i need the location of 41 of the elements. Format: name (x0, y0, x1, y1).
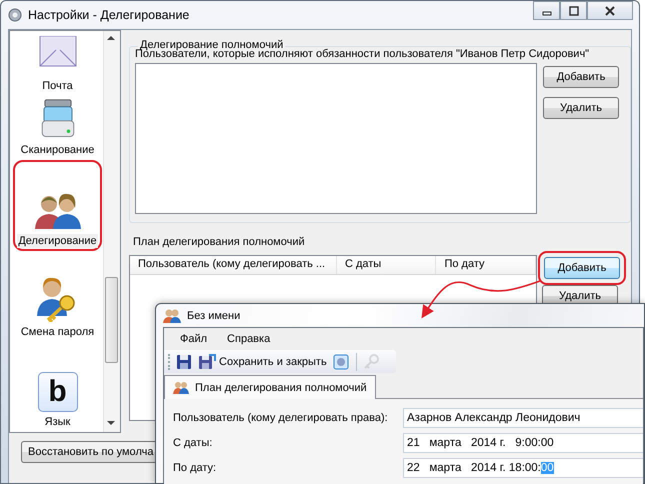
column-header[interactable]: С даты (336, 256, 436, 274)
description-text: Пользователи, которые исполняют обязанности пользователя "Иванов Петр Сидорович" (135, 48, 590, 60)
section-title: План делегирования полномочий (133, 236, 305, 248)
minimize-button[interactable] (533, 1, 560, 20)
close-button[interactable] (587, 1, 633, 20)
users-icon (34, 191, 82, 231)
users-icon (173, 380, 189, 396)
sidebar-item[interactable]: b Язык (13, 342, 102, 432)
add-button[interactable]: Добавить (544, 257, 620, 279)
input-field[interactable]: 21 марта 2014 г. 9:00:00 (403, 432, 643, 452)
maximize-button[interactable] (560, 1, 587, 20)
save-close-button[interactable]: Сохранить и закрыть (196, 352, 329, 370)
restore-defaults-button[interactable]: Восстановить по умолча (21, 441, 155, 463)
menu-item[interactable]: Справка (225, 333, 272, 350)
close-icon (604, 6, 616, 16)
sidebar-item[interactable]: Сканирование (13, 96, 102, 160)
window-title: Настройки - Делегирование (28, 8, 190, 22)
scrollbar[interactable] (103, 31, 120, 432)
save-icon[interactable] (176, 354, 192, 370)
sidebar-item[interactable]: Почта (13, 31, 102, 96)
users-icon (163, 308, 181, 324)
dialog-title: Без имени (187, 310, 240, 322)
field-label: С даты: (173, 436, 214, 448)
scroll-thumb[interactable] (105, 277, 118, 363)
menu-item[interactable]: Файл (178, 333, 210, 350)
column-header[interactable]: Пользователь (кому делегировать ... (130, 256, 337, 274)
save-close-icon (198, 354, 216, 370)
language-icon: b (38, 372, 78, 412)
input-field[interactable]: Азарнов Александр Леонидович (403, 408, 643, 428)
sidebar-item[interactable]: Делегирование (13, 160, 102, 251)
tab[interactable]: План делегирования полномочий (164, 375, 376, 399)
settings-icon (7, 7, 23, 23)
sidebar-item[interactable]: Смена пароля (13, 251, 102, 342)
input-field[interactable]: 22 марта 2014 г. 18:00:00 (403, 458, 643, 478)
field-label: Пользователь (кому делегировать права): (173, 412, 389, 424)
column-header[interactable]: По дату (436, 256, 536, 274)
delete-button[interactable]: Удалить (543, 97, 619, 119)
maximize-icon (568, 6, 580, 16)
field-label: По дату: (173, 462, 218, 474)
settings-icon[interactable] (332, 354, 349, 370)
add-button[interactable]: Добавить (543, 66, 619, 88)
